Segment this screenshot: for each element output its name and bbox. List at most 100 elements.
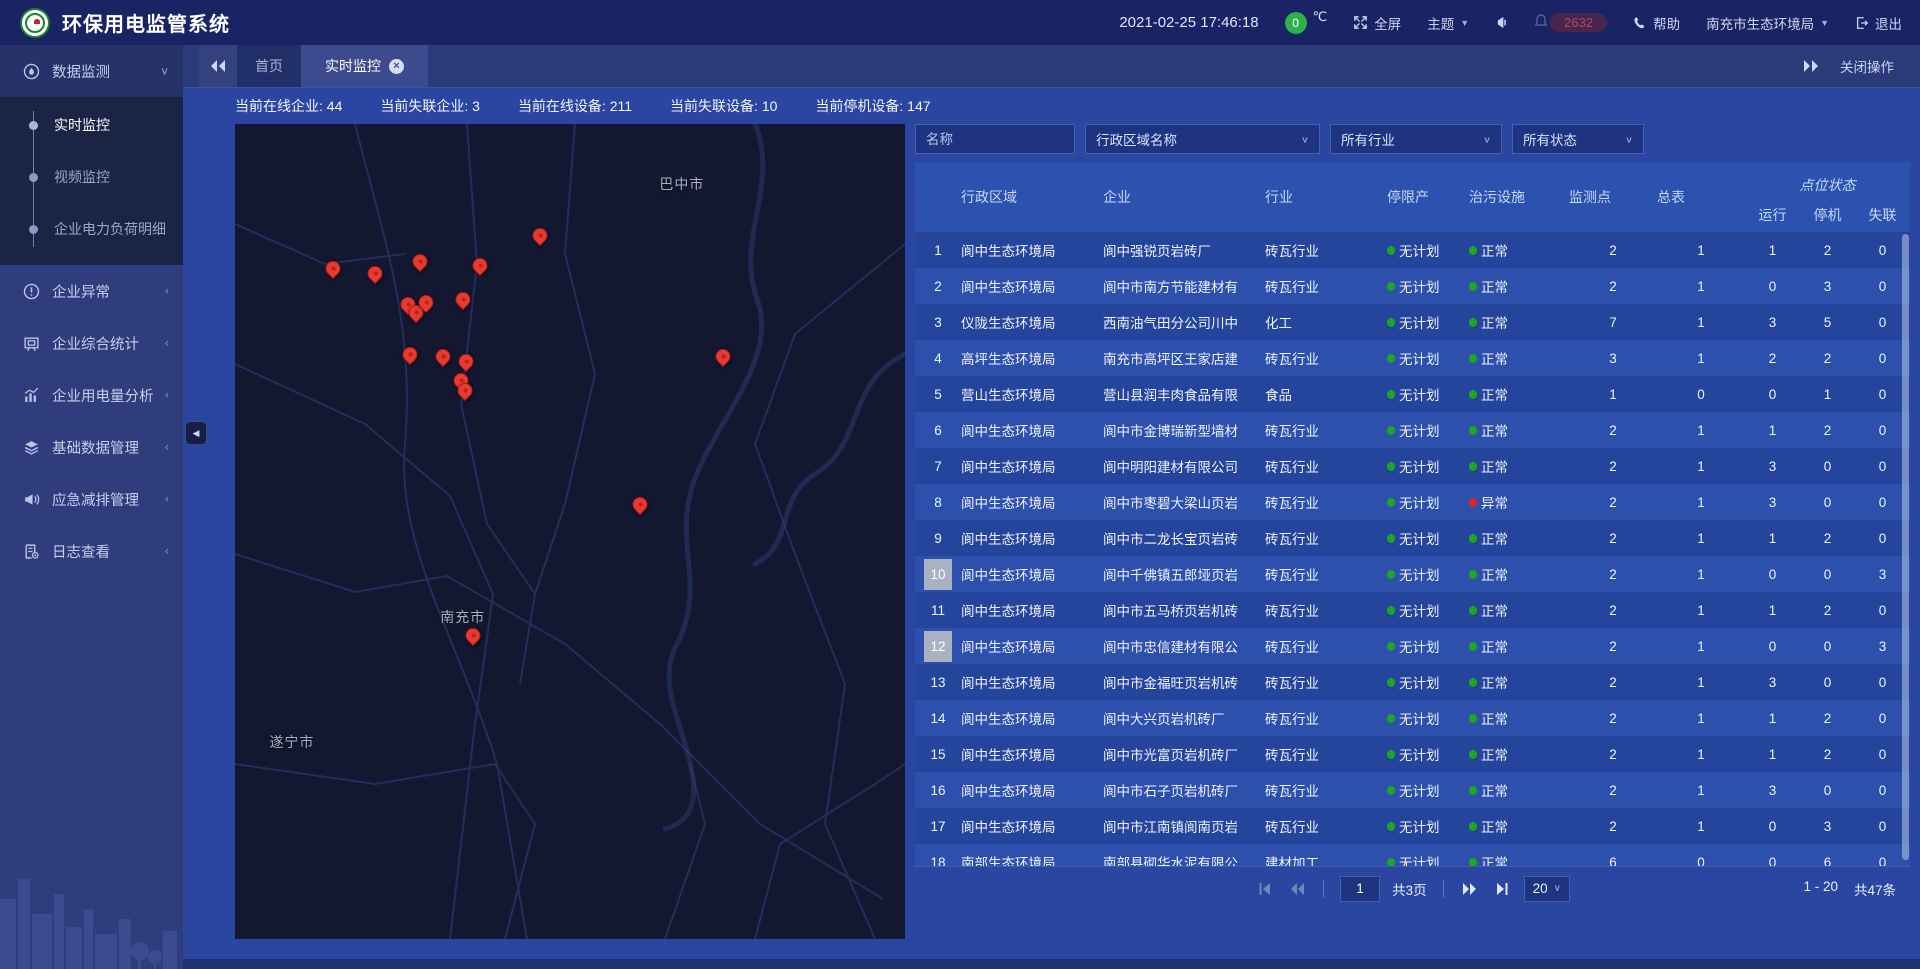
map-panel[interactable]: 巴中市南充市遂宁市 xyxy=(235,124,905,939)
cell-industry: 砖瓦行业 xyxy=(1265,448,1387,484)
sidebar-item-基础数据管理[interactable]: 基础数据管理‹ xyxy=(0,421,183,473)
cell-total-meters: 1 xyxy=(1657,484,1745,520)
cell-stop-count: 3 xyxy=(1800,808,1855,844)
table-row[interactable]: 11阆中生态环境局阆中市五马桥页岩机砖砖瓦行业无计划正常21120 xyxy=(915,592,1910,628)
logout-icon xyxy=(1855,16,1869,30)
cell-company: 阆中市南方节能建材有 xyxy=(1103,268,1265,304)
table-row[interactable]: 3仪陇生态环境局西南油气田分公司川中化工无计划正常71350 xyxy=(915,304,1910,340)
close-icon[interactable]: × xyxy=(389,59,404,74)
cell-seq: 15 xyxy=(915,736,961,772)
page-size-select[interactable]: 20∨ xyxy=(1524,876,1570,902)
app-header: 环保用电监管系统 2021-02-25 17:46:18 0 ℃ 全屏 主题 ▼… xyxy=(0,0,1920,45)
chevron-left-icon: ‹ xyxy=(165,545,169,558)
cell-region: 阆中生态环境局 xyxy=(961,232,1103,268)
sidebar-subitem-企业电力负荷明细[interactable]: 企业电力负荷明细 xyxy=(0,203,183,255)
city-skyline-decoration xyxy=(0,839,183,969)
fullscreen-button[interactable]: 全屏 xyxy=(1353,13,1401,33)
org-dropdown[interactable]: 南充市生态环境局 ▼ xyxy=(1706,13,1829,33)
next-page-button[interactable] xyxy=(1460,879,1480,899)
name-filter-input[interactable] xyxy=(915,124,1075,154)
tab-list: 首页实时监控× xyxy=(237,45,428,87)
table-row[interactable]: 13阆中生态环境局阆中市金福旺页岩机砖砖瓦行业无计划正常21300 xyxy=(915,664,1910,700)
cell-company: 阆中市石子页岩机砖厂 xyxy=(1103,772,1265,808)
sidebar-section-3: 企业用电量分析‹ xyxy=(0,369,183,421)
table-row[interactable]: 9阆中生态环境局阆中市二龙长宝页岩砖砖瓦行业无计划正常21120 xyxy=(915,520,1910,556)
close-operations-button[interactable]: 关闭操作 xyxy=(1830,45,1920,87)
prev-page-button[interactable] xyxy=(1287,879,1307,899)
sidebar-item-label: 企业用电量分析 xyxy=(52,385,165,406)
total-count-text: 共47条 xyxy=(1854,879,1896,899)
table-row[interactable]: 10阆中生态环境局阆中千佛镇五郎垭页岩砖瓦行业无计划正常21003 xyxy=(915,556,1910,592)
table-row[interactable]: 1阆中生态环境局阆中强锐页岩砖厂砖瓦行业无计划正常21120 xyxy=(915,232,1910,268)
cell-stop-count: 1 xyxy=(1800,376,1855,412)
table-row[interactable]: 16阆中生态环境局阆中市石子页岩机砖厂砖瓦行业无计划正常21300 xyxy=(915,772,1910,808)
cell-region: 阆中生态环境局 xyxy=(961,412,1103,448)
sidebar-subitem-实时监控[interactable]: 实时监控 xyxy=(0,99,183,151)
cell-run-count: 3 xyxy=(1745,484,1800,520)
cell-facility-status: 正常 xyxy=(1469,844,1569,866)
table-scrollbar[interactable] xyxy=(1902,234,1909,860)
cell-region: 仪陇生态环境局 xyxy=(961,304,1103,340)
cell-region: 阆中生态环境局 xyxy=(961,808,1103,844)
cell-industry: 砖瓦行业 xyxy=(1265,556,1387,592)
table-row[interactable]: 7阆中生态环境局阆中明阳建材有限公司砖瓦行业无计划正常21300 xyxy=(915,448,1910,484)
table-row[interactable]: 12阆中生态环境局阆中市忠信建材有限公砖瓦行业无计划正常21003 xyxy=(915,628,1910,664)
theme-dropdown[interactable]: 主题 ▼ xyxy=(1427,13,1469,33)
industry-filter-select[interactable]: 所有行业∨ xyxy=(1330,124,1502,154)
cell-monitor-points: 2 xyxy=(1569,736,1657,772)
last-page-button[interactable] xyxy=(1492,879,1512,899)
column-header-总表: 总表 xyxy=(1657,162,1745,232)
table-row[interactable]: 6阆中生态环境局阆中市金博瑞新型墙材砖瓦行业无计划正常21120 xyxy=(915,412,1910,448)
table-row[interactable]: 17阆中生态环境局阆中市江南镇阆南页岩砖瓦行业无计划正常21030 xyxy=(915,808,1910,844)
tab-首页[interactable]: 首页 xyxy=(237,45,301,87)
cell-run-count: 1 xyxy=(1745,700,1800,736)
status-dot-icon xyxy=(1387,678,1395,687)
status-filter-select[interactable]: 所有状态∨ xyxy=(1512,124,1644,154)
map-roads-layer xyxy=(235,124,905,939)
notification-button[interactable]: 2632 xyxy=(1534,13,1607,32)
sidebar-item-日志查看[interactable]: 日志查看‹ xyxy=(0,525,183,577)
column-subheader-运行: 运行 xyxy=(1745,197,1800,232)
stat-当前在线企业: 当前在线企业: 44 xyxy=(235,96,342,116)
table-row[interactable]: 5营山生态环境局营山县润丰肉食品有限食品无计划正常10010 xyxy=(915,376,1910,412)
sound-toggle-button[interactable] xyxy=(1495,16,1508,29)
table-row[interactable]: 4高坪生态环境局南充市高坪区王家店建砖瓦行业无计划正常31220 xyxy=(915,340,1910,376)
collapse-panel-button[interactable]: ◀ xyxy=(185,421,207,445)
status-dot-icon xyxy=(1387,606,1395,615)
cell-facility-status: 正常 xyxy=(1469,376,1569,412)
table-row[interactable]: 2阆中生态环境局阆中市南方节能建材有砖瓦行业无计划正常21030 xyxy=(915,268,1910,304)
cell-monitor-points: 2 xyxy=(1569,268,1657,304)
logout-button[interactable]: 退出 xyxy=(1855,13,1902,33)
page-number-input[interactable] xyxy=(1340,876,1380,902)
range-text: 1 - 20 xyxy=(1803,879,1838,899)
sidebar-item-数据监测[interactable]: 数据监测∨ xyxy=(0,45,183,97)
sidebar-subitem-视频监控[interactable]: 视频监控 xyxy=(0,151,183,203)
sidebar-item-应急减排管理[interactable]: 应急减排管理‹ xyxy=(0,473,183,525)
help-button[interactable]: 帮助 xyxy=(1633,13,1680,33)
sidebar-submenu: 实时监控视频监控企业电力负荷明细 xyxy=(0,97,183,265)
cell-industry: 砖瓦行业 xyxy=(1265,232,1387,268)
tab-实时监控[interactable]: 实时监控× xyxy=(301,45,428,87)
cell-run-count: 0 xyxy=(1745,376,1800,412)
sidebar-item-企业用电量分析[interactable]: 企业用电量分析‹ xyxy=(0,369,183,421)
cell-total-meters: 1 xyxy=(1657,304,1745,340)
tab-scroll-right-button[interactable] xyxy=(1792,45,1830,87)
region-filter-select[interactable]: 行政区域名称∨ xyxy=(1085,124,1320,154)
cell-seq: 3 xyxy=(915,304,961,340)
table-row[interactable]: 8阆中生态环境局阆中市枣碧大梁山页岩砖瓦行业无计划异常21300 xyxy=(915,484,1910,520)
cell-stop-count: 2 xyxy=(1800,592,1855,628)
cell-total-meters: 0 xyxy=(1657,844,1745,866)
first-page-button[interactable] xyxy=(1255,879,1275,899)
cell-run-count: 3 xyxy=(1745,448,1800,484)
cell-monitor-points: 7 xyxy=(1569,304,1657,340)
sidebar-item-企业异常[interactable]: 企业异常‹ xyxy=(0,265,183,317)
table-row[interactable]: 14阆中生态环境局阆中大兴页岩机砖厂砖瓦行业无计划正常21120 xyxy=(915,700,1910,736)
fullscreen-icon xyxy=(1353,15,1368,30)
sidebar-item-企业综合统计[interactable]: 企业综合统计‹ xyxy=(0,317,183,369)
table-row[interactable]: 18南部生态环境局南部县砌华水泥有限公建材加工无计划正常60060 xyxy=(915,844,1910,866)
cell-run-count: 0 xyxy=(1745,556,1800,592)
cell-monitor-points: 2 xyxy=(1569,664,1657,700)
tab-scroll-left-button[interactable] xyxy=(199,45,237,87)
sound-icon xyxy=(1495,16,1508,29)
table-row[interactable]: 15阆中生态环境局阆中市光富页岩机砖厂砖瓦行业无计划正常21120 xyxy=(915,736,1910,772)
